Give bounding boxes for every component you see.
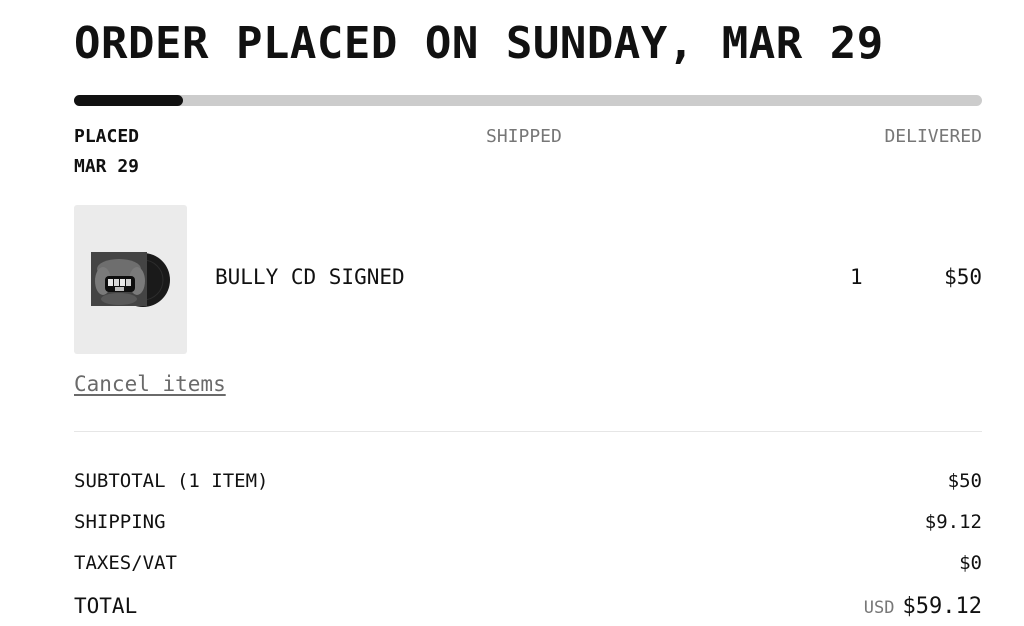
subtotal-value: $50	[947, 470, 982, 492]
summary-total-row: TOTAL USD $59.12	[74, 591, 982, 621]
status-step-shipped: SHIPPED	[486, 122, 562, 152]
summary-subtotal-row: SUBTOTAL (1 ITEM) $50	[74, 466, 982, 496]
shipping-value: $9.12	[924, 511, 982, 533]
status-step-delivered: DELIVERED	[884, 122, 982, 152]
item-thumbnail[interactable]	[74, 205, 187, 354]
page-title: ORDER PLACED ON SUNDAY, MAR 29	[74, 18, 884, 69]
status-step-placed: PLACED MAR 29	[74, 122, 139, 182]
total-label: TOTAL	[74, 594, 138, 618]
total-currency: USD	[863, 598, 895, 618]
shipping-label: SHIPPING	[74, 511, 166, 533]
order-progress-bar	[74, 95, 982, 106]
cancel-items-link[interactable]: Cancel items	[74, 369, 226, 399]
item-quantity: 1	[850, 265, 863, 289]
total-value: $59.12	[902, 594, 982, 619]
order-details-page: ORDER PLACED ON SUNDAY, MAR 29 PLACED MA…	[0, 0, 1024, 626]
summary-shipping-row: SHIPPING $9.12	[74, 507, 982, 537]
taxes-value: $0	[959, 552, 982, 574]
status-step-placed-date: MAR 29	[74, 156, 140, 177]
status-step-shipped-label: SHIPPED	[486, 126, 562, 147]
subtotal-label: SUBTOTAL (1 ITEM)	[74, 470, 269, 492]
taxes-label: TAXES/VAT	[74, 552, 177, 574]
total-value-group: USD $59.12	[864, 591, 982, 623]
summary-taxes-row: TAXES/VAT $0	[74, 548, 982, 578]
item-name[interactable]: BULLY CD SIGNED	[215, 262, 405, 292]
order-progress-fill	[74, 95, 183, 106]
item-price: $50	[944, 265, 982, 289]
status-step-placed-label: PLACED	[74, 126, 140, 147]
album-cd-art-icon	[91, 252, 170, 307]
divider	[74, 431, 982, 432]
status-step-delivered-label: DELIVERED	[884, 126, 982, 147]
